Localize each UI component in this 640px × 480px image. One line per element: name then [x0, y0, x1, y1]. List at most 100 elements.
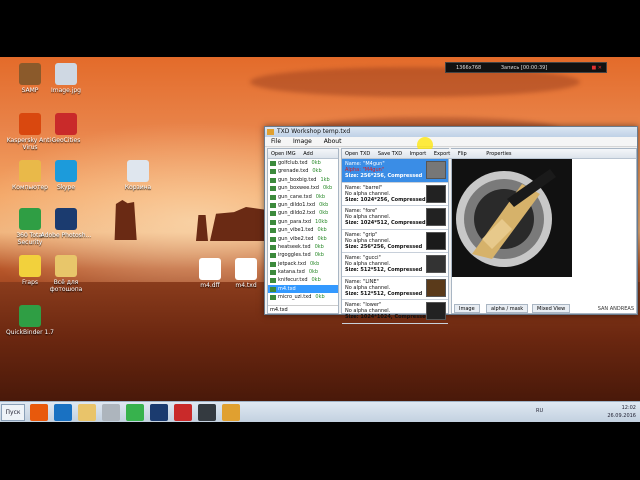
clock[interactable]: 12:02 26.09.2016 — [607, 404, 636, 420]
file-name: katana.txd — [278, 269, 305, 276]
explorer-icon[interactable] — [78, 404, 96, 421]
file-size: 0kb — [308, 269, 319, 276]
menu-file[interactable]: File — [271, 138, 281, 145]
file-name: gun_boxwee.txd — [278, 185, 319, 192]
language-indicator[interactable]: RU — [536, 408, 543, 414]
file-name: knifecur.txd — [278, 277, 308, 284]
export-button[interactable]: Export — [434, 151, 450, 157]
mesa-rock — [196, 215, 208, 241]
file-list-item[interactable]: grenade.txd 0kb — [268, 167, 338, 175]
desktop-icon[interactable]: Корзина — [112, 160, 164, 191]
desktop-icon-label: SAMP — [21, 87, 39, 94]
menu-image[interactable]: Image — [293, 138, 312, 145]
texture-list-item[interactable]: Name: "lower" No alpha channel. Size: 1024… — [342, 300, 448, 324]
save-txd-button[interactable]: Save TXD — [378, 151, 402, 157]
app-icon — [19, 160, 41, 182]
recorder-icon[interactable] — [198, 404, 216, 421]
tab-image[interactable]: Image — [454, 304, 480, 313]
window-title: TXD Workshop temp.txd — [277, 128, 351, 135]
file-list-item[interactable]: gun_vibe1.txd 0kb — [268, 226, 338, 234]
desktop-icon-label: Fraps — [21, 279, 39, 286]
tab-alpha-mask[interactable]: alpha / mask — [486, 304, 529, 313]
texture-list-item[interactable]: Name: "fore" No alpha channel. Size: 1024*… — [342, 206, 448, 230]
file-size: 0kb — [315, 193, 326, 200]
file-name: micro_uzi.txd — [278, 294, 312, 301]
add-button[interactable]: Add — [303, 151, 313, 157]
file-list-item[interactable]: micro_uzi.txd 0kb — [268, 293, 338, 301]
file-size: 0kb — [317, 235, 327, 242]
media-icon[interactable] — [102, 404, 120, 421]
texture-list-item[interactable]: Name: "grip" No alpha channel. Size: 256*2… — [342, 230, 448, 253]
file-list: golfclub.txd 0kb grenade.txd 0kb gun_boxbig.… — [268, 159, 338, 302]
desktop-icon[interactable]: QuickBinder 1.7 — [4, 305, 56, 336]
file-list-item[interactable]: gun_para.txd 10kb — [268, 218, 338, 226]
desktop-icon-label: Adobe Photosh... — [40, 232, 92, 239]
file-list-item[interactable]: gun_cane.txd 0kb — [268, 193, 338, 201]
texture-list-item[interactable]: Name: "LINE" No alpha channel. Size: 512*5… — [342, 277, 448, 300]
desktop-icon-label: QuickBinder 1.7 — [6, 329, 54, 336]
app-icon — [199, 258, 221, 280]
file-list-item[interactable]: gun_dildo1.txd 0kb — [268, 201, 338, 209]
file-size: 0kb — [319, 201, 329, 208]
desktop-icon[interactable]: Всё для фотошопа — [40, 255, 92, 293]
file-list-item[interactable]: gun_boxbig.txd 1kb — [268, 176, 338, 184]
desktop-icon[interactable]: Image.jpg — [40, 63, 92, 94]
texture-list-item[interactable]: Name: "gucci" No alpha channel. Size: 512*… — [342, 253, 448, 277]
close-icon[interactable]: ■ ✕ — [591, 63, 602, 73]
photoshop-icon[interactable] — [150, 404, 168, 421]
file-name: golfclub.txd — [278, 160, 308, 166]
file-list-item[interactable]: gun_boxwee.txd 0kb — [268, 184, 338, 192]
firefox-icon[interactable] — [30, 404, 48, 421]
file-list-item[interactable]: knifecur.txd 0kb — [268, 276, 338, 284]
desktop-icon-label: Skype — [56, 184, 76, 191]
flip-button[interactable]: Flip — [458, 151, 467, 157]
file-list-item[interactable]: katana.txd 0kb — [268, 268, 338, 276]
open-img-button[interactable]: Open IMG — [271, 151, 296, 157]
chrome-icon[interactable] — [126, 404, 144, 421]
file-list-item[interactable]: gun_dildo2.txd 0kb — [268, 209, 338, 217]
file-size: 0kb — [311, 160, 321, 166]
window-titlebar[interactable]: TXD Workshop temp.txd — [265, 127, 637, 137]
file-list-item[interactable]: jetpack.txd 0kb — [268, 260, 338, 268]
app-icon — [55, 160, 77, 182]
file-name: gun_dildo2.txd — [278, 210, 316, 217]
menu-about[interactable]: About — [324, 138, 342, 145]
menu-bar: File Image About — [265, 137, 637, 147]
file-list-item[interactable]: golfclub.txd 0kb — [268, 159, 338, 167]
file-name: m4.txd — [278, 285, 296, 292]
texture-list: Name: "M4gun" Alpha: "M4gun" Size: 256*256… — [342, 159, 448, 324]
file-size: 0kb — [312, 168, 322, 175]
txd-workshop-icon[interactable] — [222, 404, 240, 421]
texture-size: Size: 512*512, Compressed — [345, 290, 423, 297]
taskbar: Пуск RU 12:02 26.09.2016 — [0, 401, 640, 422]
desktop-icon[interactable]: Skype — [40, 160, 92, 191]
app-icon[interactable] — [174, 404, 192, 421]
texture-list-pane: Open TXD Save TXD Import Export Flip Pro… — [341, 148, 636, 324]
selected-file-field[interactable]: m4.txd — [268, 305, 338, 313]
app-icon — [19, 63, 41, 85]
file-name: grenade.txd — [278, 168, 309, 175]
desktop-icon[interactable]: Adobe Photosh... — [40, 208, 92, 239]
import-button[interactable]: Import — [410, 151, 427, 157]
app-icon — [19, 305, 41, 327]
file-list-item[interactable]: irgoggles.txd 0kb — [268, 251, 338, 259]
desktop-icon[interactable]: GeoCities — [40, 113, 92, 144]
app-icon — [235, 258, 257, 280]
desktop-icon-label: Корзина — [124, 184, 152, 191]
file-list-item[interactable]: gun_vibe2.txd 0kb — [268, 235, 338, 243]
start-button[interactable]: Пуск — [1, 404, 25, 421]
file-size: 0kb — [319, 210, 329, 217]
txd-workshop-window: TXD Workshop temp.txd File Image About O… — [264, 126, 638, 324]
tab-mixed-view[interactable]: Mixed View — [532, 304, 571, 313]
texture-thumbnail — [426, 231, 446, 250]
texture-list-item[interactable]: Name: "M4gun" Alpha: "M4gun" Size: 256*256… — [342, 159, 448, 183]
open-txd-button[interactable]: Open TXD — [345, 151, 370, 157]
texture-list-item[interactable]: Name: "barrel" No alpha channel. Size: 102… — [342, 183, 448, 206]
texture-preview — [452, 159, 572, 277]
file-list-item[interactable]: heatseek.txd 0kb — [268, 243, 338, 251]
file-size: 0kb — [314, 243, 324, 250]
file-list-item[interactable]: m4.txd — [268, 284, 338, 294]
properties-button[interactable]: Properties — [486, 151, 511, 157]
ie-icon[interactable] — [54, 404, 72, 421]
texture-thumbnail — [426, 208, 446, 226]
